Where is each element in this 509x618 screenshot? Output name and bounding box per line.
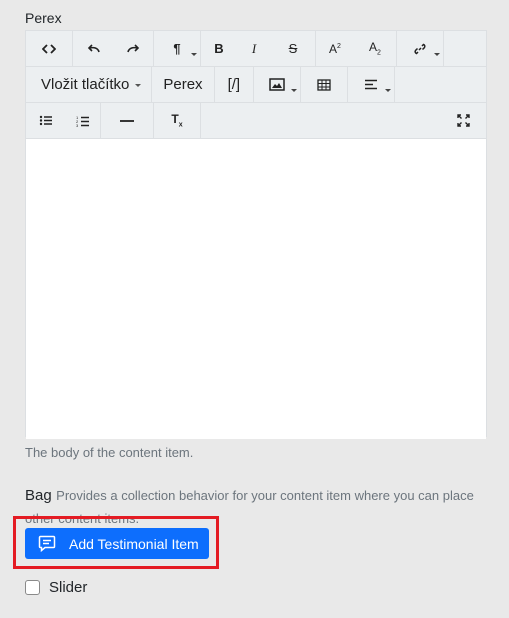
fullscreen-icon[interactable] (440, 103, 486, 138)
perex-toolbar-button[interactable]: Perex (152, 76, 213, 93)
redo-icon[interactable] (113, 31, 153, 66)
bullet-list-icon[interactable] (26, 103, 66, 138)
editor-content-area[interactable] (26, 139, 486, 439)
horizontal-rule-icon[interactable] (101, 103, 153, 138)
editor-toolbar: ¶ B I S A2 A2 Vložit tlačítko Perex [/] … (26, 31, 486, 139)
link-icon[interactable] (397, 31, 443, 66)
perex-hint: The body of the content item. (25, 445, 194, 460)
insert-button-select-label: Vložit tlačítko (41, 76, 130, 93)
strikethrough-icon[interactable]: S (271, 31, 315, 66)
italic-icon[interactable]: I (237, 31, 271, 66)
numbered-list-icon[interactable]: 123 (66, 103, 100, 138)
align-icon[interactable] (348, 67, 394, 102)
clear-format-icon[interactable]: Tx (154, 103, 200, 138)
slider-option[interactable]: Slider (25, 579, 87, 596)
superscript-icon[interactable]: A2 (316, 31, 354, 66)
slider-label: Slider (49, 579, 88, 596)
rich-text-editor: ¶ B I S A2 A2 Vložit tlačítko Perex [/] … (25, 30, 487, 439)
table-icon[interactable] (301, 67, 347, 102)
code-view-icon[interactable] (26, 31, 72, 66)
subscript-icon[interactable]: A2 (354, 31, 396, 66)
perex-field-label: Perex (25, 10, 62, 26)
undo-icon[interactable] (73, 31, 113, 66)
bag-title: Bag (25, 487, 52, 504)
image-icon[interactable] (254, 67, 300, 102)
add-testimonial-item-label: Add Testimonial Item (69, 535, 199, 552)
chevron-down-icon (135, 83, 142, 87)
message-icon (38, 535, 56, 552)
insert-button-select[interactable]: Vložit tlačítko (26, 76, 151, 93)
shortcode-button[interactable]: [/] (215, 76, 254, 93)
add-testimonial-item-button[interactable]: Add Testimonial Item (25, 528, 209, 559)
slider-checkbox[interactable] (25, 580, 40, 595)
paragraph-icon[interactable]: ¶ (154, 31, 200, 66)
svg-text:3: 3 (76, 123, 79, 127)
bold-icon[interactable]: B (201, 31, 237, 66)
